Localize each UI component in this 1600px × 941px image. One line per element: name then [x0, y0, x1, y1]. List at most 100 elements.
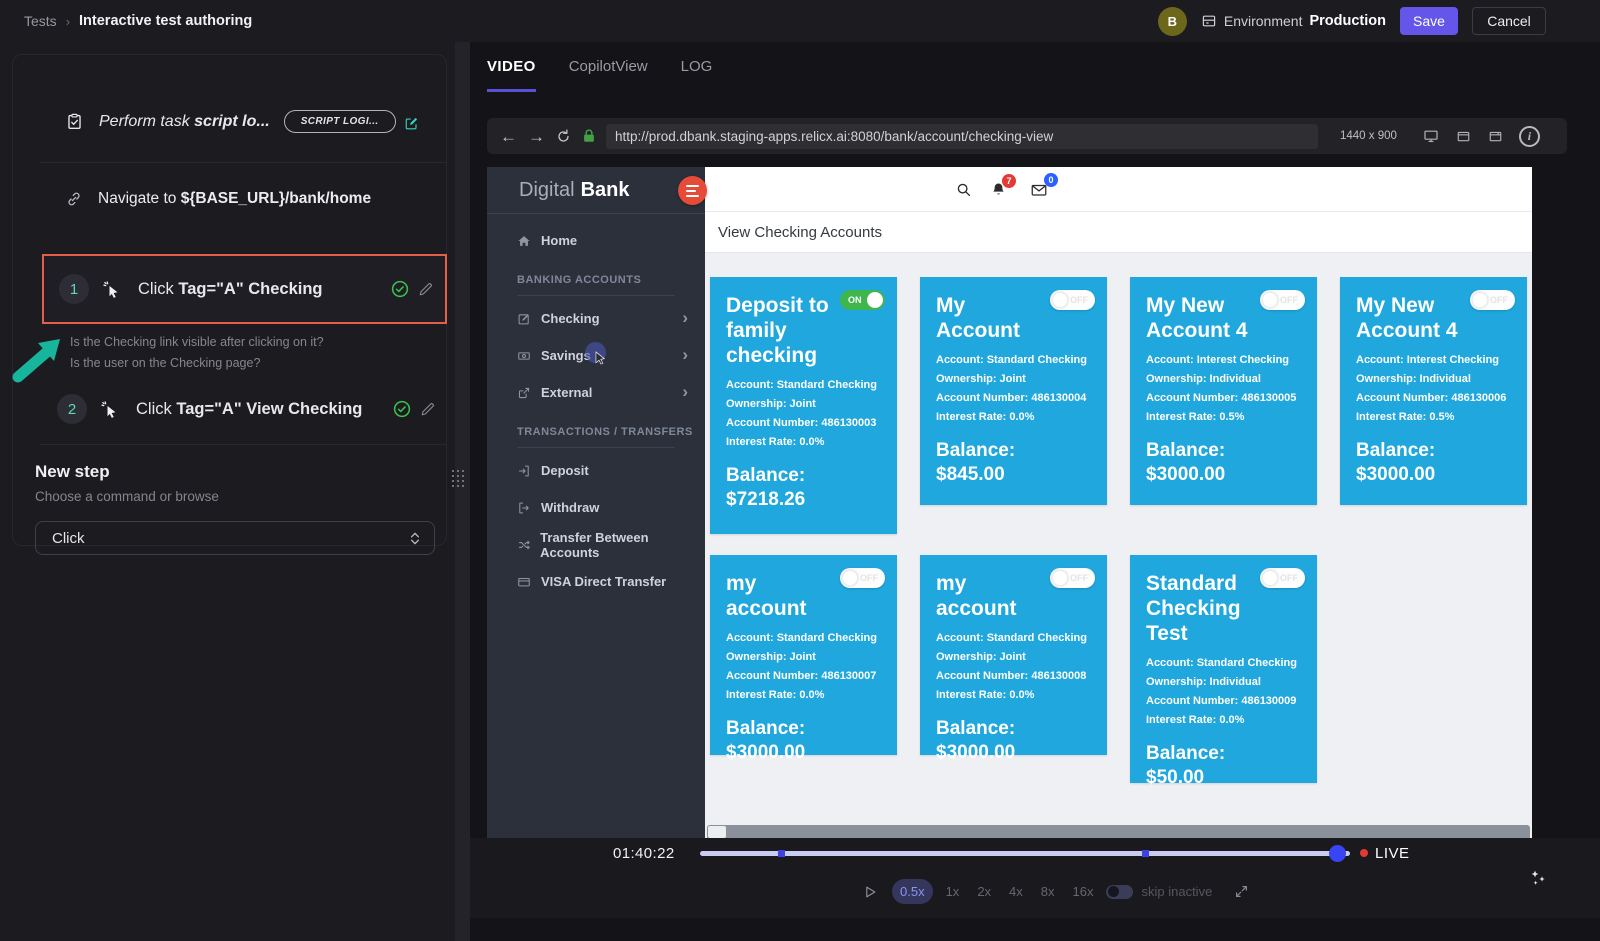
account-meta-line: Account: Standard Checking [726, 629, 881, 648]
browser-reload-icon[interactable] [556, 129, 571, 144]
bell-badge: 7 [1002, 174, 1016, 188]
account-active-toggle[interactable]: OFF [1050, 568, 1095, 588]
bank-nav-item-home[interactable]: Home [487, 222, 705, 259]
account-meta: Account: Standard CheckingOwnership: Joi… [936, 629, 1091, 705]
account-card[interactable]: OFFMy AccountAccount: Standard CheckingO… [920, 277, 1107, 505]
browser-forward-icon[interactable]: → [528, 128, 545, 145]
environment-selector[interactable]: Environment Production [1201, 13, 1386, 29]
edit-script-icon[interactable] [404, 116, 419, 131]
click-cursor-icon [100, 400, 119, 419]
home-icon [517, 234, 541, 248]
balance-value: $50.00 [1146, 766, 1301, 790]
info-icon[interactable]: i [1519, 126, 1540, 147]
command-select[interactable]: Click [35, 521, 435, 555]
top-bar: Tests › Interactive test authoring B Env… [0, 0, 1600, 42]
video-viewport: Digital Bank HomeBANKING ACCOUNTSCheckin… [487, 167, 1532, 845]
account-meta-line: Account: Standard Checking [1146, 654, 1301, 673]
timeline-handle[interactable] [1329, 845, 1346, 862]
bank-nav-label: Home [541, 233, 577, 248]
bank-nav-item-withdraw[interactable]: Withdraw [487, 489, 705, 526]
cancel-button[interactable]: Cancel [1472, 7, 1546, 35]
chevron-right-icon: › [682, 308, 688, 328]
withdraw-icon [517, 501, 541, 515]
account-meta-line: Ownership: Joint [726, 395, 881, 414]
bank-content: ONDeposit to family checkingAccount: Sta… [705, 253, 1532, 845]
card-icon [517, 575, 541, 589]
window-alt-view-icon[interactable] [1488, 129, 1503, 144]
bank-nav-label: External [541, 385, 592, 400]
task-step[interactable]: Perform task script lo... SCRIPT LOGI... [66, 110, 419, 133]
tab-log[interactable]: LOG [681, 58, 713, 92]
account-active-toggle[interactable]: OFF [840, 568, 885, 588]
browser-back-icon[interactable]: ← [500, 128, 517, 145]
bank-search-icon[interactable] [955, 181, 972, 203]
account-card[interactable]: OFFMy New Account 4Account: Interest Che… [1130, 277, 1317, 505]
breadcrumb-separator: › [66, 14, 70, 29]
step-label: Click Tag="A" Checking [138, 280, 323, 299]
skip-inactive-toggle[interactable] [1106, 885, 1133, 899]
step-assertions: Is the Checking link visible after click… [70, 332, 324, 374]
desktop-view-icon[interactable] [1423, 128, 1439, 144]
account-active-toggle[interactable]: OFF [1260, 568, 1305, 588]
speed-1x[interactable]: 1x [946, 884, 960, 899]
account-meta: Account: Interest CheckingOwnership: Ind… [1146, 351, 1301, 427]
speed-2x[interactable]: 2x [977, 884, 991, 899]
test-step-2[interactable]: 2 Click Tag="A" View Checking [42, 374, 447, 444]
speed-8x[interactable]: 8x [1041, 884, 1055, 899]
brand-digital: Digital [519, 179, 575, 202]
panel-resize-divider[interactable] [455, 42, 470, 941]
account-active-toggle[interactable]: OFF [1050, 290, 1095, 310]
horizontal-scrollbar[interactable] [707, 825, 1530, 839]
playback-speed-row: 0.5x 1x 2x 4x 8x 16x skip inactive [862, 879, 1249, 904]
fullscreen-expand-icon[interactable] [1234, 884, 1249, 899]
assertion-text: Is the Checking link visible after click… [70, 332, 324, 353]
step-number: 2 [57, 394, 87, 424]
speed-4x[interactable]: 4x [1009, 884, 1023, 899]
account-card[interactable]: OFFMy New Account 4Account: Interest Che… [1340, 277, 1527, 505]
edit-step-pencil-icon[interactable] [420, 402, 435, 417]
breadcrumb-tests-link[interactable]: Tests [24, 13, 57, 29]
live-label: LIVE [1375, 845, 1410, 862]
account-meta-line: Ownership: Joint [936, 370, 1091, 389]
test-step-1[interactable]: 1 Click Tag="A" Checking [42, 254, 447, 324]
speed-16x[interactable]: 16x [1073, 884, 1094, 899]
timeline-event-marker[interactable] [1142, 850, 1149, 857]
bank-nav-item-transfer-between-accounts[interactable]: Transfer Between Accounts [487, 526, 705, 563]
account-card[interactable]: ONDeposit to family checkingAccount: Sta… [710, 277, 897, 534]
url-bar[interactable]: http://prod.dbank.staging-apps.relicx.ai… [606, 124, 1318, 149]
play-icon[interactable] [862, 884, 878, 900]
timeline-event-marker[interactable] [778, 850, 785, 857]
account-active-toggle[interactable]: OFF [1260, 290, 1305, 310]
click-cursor-icon [102, 280, 121, 299]
bank-menu-toggle[interactable] [678, 176, 707, 205]
skip-inactive-label: skip inactive [1141, 884, 1212, 899]
scrollbar-thumb[interactable] [708, 826, 726, 838]
tab-video[interactable]: VIDEO [487, 58, 536, 92]
script-pill-button[interactable]: SCRIPT LOGI... [284, 110, 396, 133]
tab-copilotview[interactable]: CopilotView [569, 58, 648, 92]
speed-0.5x[interactable]: 0.5x [892, 879, 933, 904]
drag-handle[interactable] [452, 470, 466, 490]
account-card[interactable]: OFFmy accountAccount: Standard CheckingO… [710, 555, 897, 755]
edit-step-pencil-icon[interactable] [418, 282, 433, 297]
user-avatar[interactable]: B [1158, 7, 1187, 36]
account-card[interactable]: OFFmy accountAccount: Standard CheckingO… [920, 555, 1107, 755]
bank-nav-item-external[interactable]: External› [487, 374, 705, 411]
browser-chrome: ← → http://prod.dbank.staging-apps.relic… [487, 118, 1567, 154]
navigate-step[interactable]: Navigate to ${BASE_URL}/bank/home [66, 190, 371, 208]
playback-timeline[interactable] [700, 851, 1350, 856]
bank-nav-item-checking[interactable]: Checking› [487, 300, 705, 337]
bank-nav-label: Savings [541, 348, 591, 363]
save-button[interactable]: Save [1400, 7, 1458, 35]
divider [40, 444, 447, 445]
bank-nav-item-savings[interactable]: Savings› [487, 337, 705, 374]
bank-nav-item-visa-direct-transfer[interactable]: VISA Direct Transfer [487, 563, 705, 600]
link-icon [66, 191, 82, 207]
bank-nav-item-deposit[interactable]: Deposit [487, 452, 705, 489]
account-active-toggle[interactable]: ON [840, 290, 885, 310]
account-card[interactable]: OFFStandard Checking TestAccount: Standa… [1130, 555, 1317, 783]
balance-value: $845.00 [936, 463, 1091, 487]
window-view-icon[interactable] [1456, 129, 1471, 144]
step-passed-check-icon [391, 280, 409, 298]
account-active-toggle[interactable]: OFF [1470, 290, 1515, 310]
